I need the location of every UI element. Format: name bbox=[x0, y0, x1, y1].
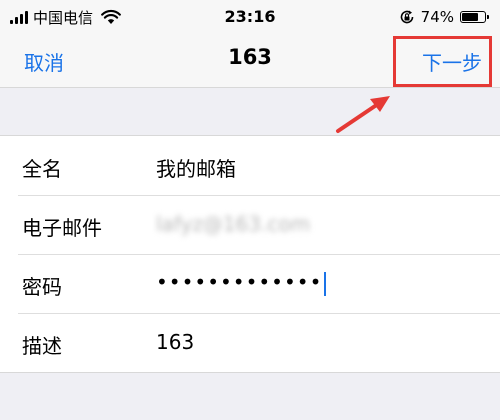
next-step-button[interactable]: 下一步 bbox=[422, 47, 482, 76]
form-row-password[interactable]: 密码 ••••••••••••• bbox=[0, 254, 500, 313]
form-row-name[interactable]: 全名 我的邮箱 bbox=[0, 136, 500, 195]
text-cursor bbox=[324, 271, 327, 296]
password-dots: ••••••••••••• bbox=[156, 270, 323, 294]
description-field[interactable]: 163 bbox=[156, 330, 194, 354]
name-field[interactable]: 我的邮箱 bbox=[156, 153, 236, 182]
battery-percent: 74% bbox=[420, 8, 454, 26]
battery-fill bbox=[462, 13, 479, 21]
password-label: 密码 bbox=[22, 275, 62, 299]
password-field[interactable]: ••••••••••••• bbox=[156, 270, 327, 296]
name-label: 全名 bbox=[22, 157, 62, 181]
status-bar: 中国电信 23:16 74% bbox=[0, 0, 500, 34]
navigation-bar: 取消 163 下一步 bbox=[0, 34, 500, 88]
status-bar-right: 74% bbox=[399, 7, 489, 27]
form-row-description[interactable]: 描述 163 bbox=[0, 313, 500, 372]
email-label: 电子邮件 bbox=[22, 216, 102, 240]
rotation-lock-icon bbox=[400, 10, 413, 24]
battery-icon bbox=[460, 11, 489, 23]
form-row-email[interactable]: 电子邮件 lafyz@163.com bbox=[0, 195, 500, 254]
description-label: 描述 bbox=[22, 334, 62, 358]
account-form: 全名 我的邮箱 电子邮件 lafyz@163.com 密码 ••••••••••… bbox=[0, 135, 500, 373]
email-field[interactable]: lafyz@163.com bbox=[156, 212, 310, 236]
